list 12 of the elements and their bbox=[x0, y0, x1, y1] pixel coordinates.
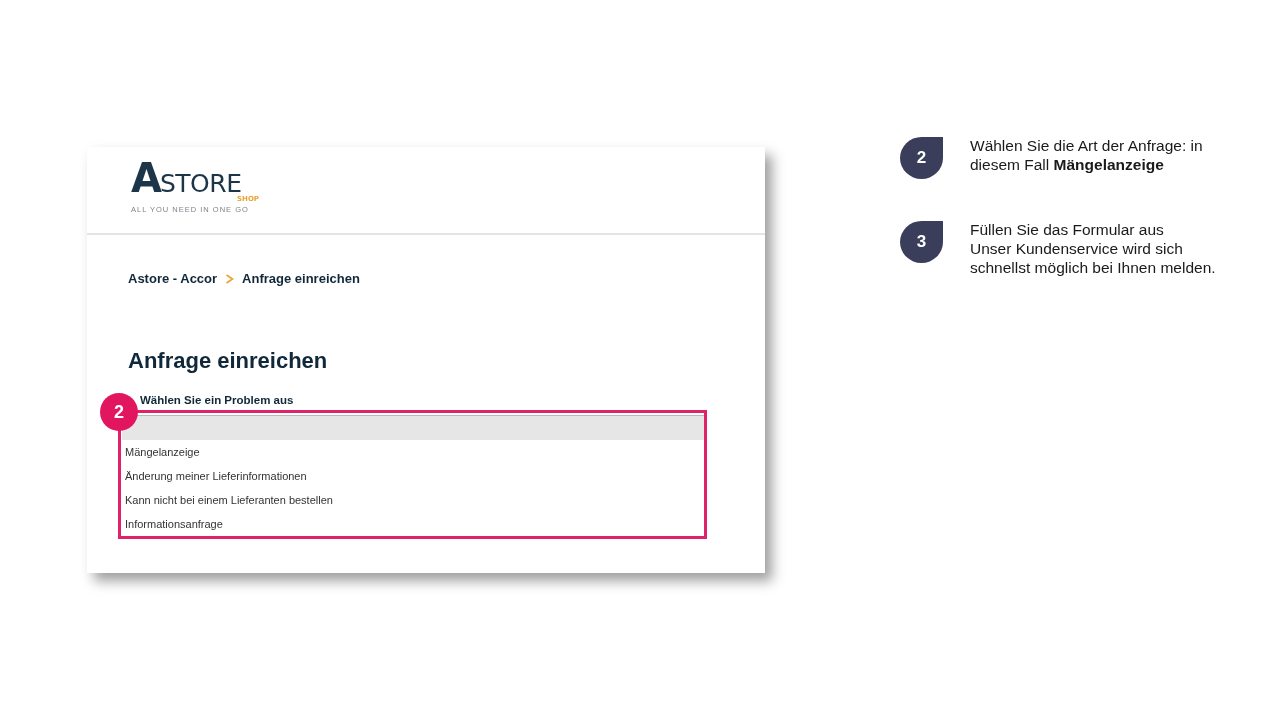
step-number: 3 bbox=[900, 221, 943, 263]
breadcrumb-current: Anfrage einreichen bbox=[242, 270, 360, 288]
step-text: Unser Kundenservice wird sich schnellst möglich bei Ihnen melden. bbox=[970, 239, 1217, 277]
step-text: Füllen Sie das Formular aus bbox=[970, 220, 1165, 239]
chevron-icon bbox=[225, 273, 235, 284]
field-label: Wählen Sie ein Problem aus bbox=[140, 392, 295, 407]
breadcrumb-link[interactable]: Astore - Accor bbox=[128, 269, 218, 289]
step-text: Wählen Sie die Art der Anfrage: in diesem Fall Mängelanzeige bbox=[970, 136, 1204, 174]
dropdown-option[interactable] bbox=[122, 415, 704, 440]
page-heading: Anfrage einreichen bbox=[128, 346, 329, 375]
step-number: 2 bbox=[900, 137, 943, 179]
callout-number: 2 bbox=[100, 392, 138, 431]
